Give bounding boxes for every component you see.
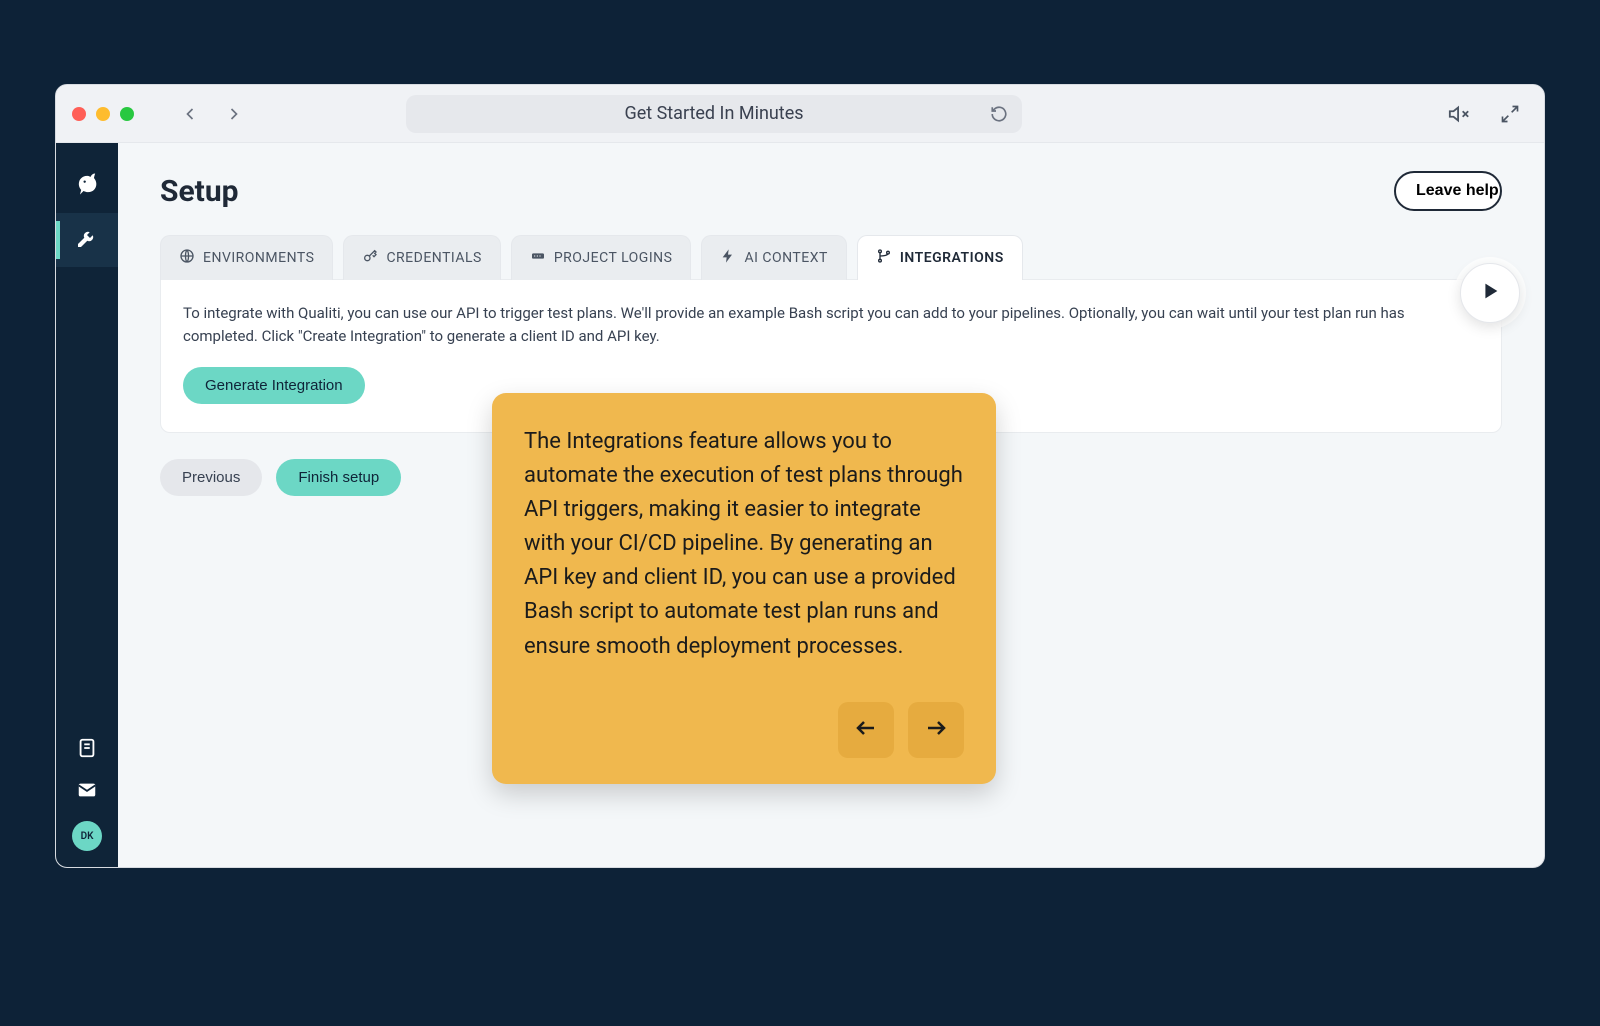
guide-tooltip: The Integrations feature allows you to a…	[492, 393, 996, 784]
expand-icon[interactable]	[1500, 104, 1520, 124]
sidebar-bottom: DK	[72, 737, 102, 867]
bolt-icon	[720, 248, 736, 268]
tab-label: AI CONTEXT	[744, 250, 827, 266]
play-fab-button[interactable]	[1460, 263, 1520, 323]
tooltip-prev-button[interactable]	[838, 702, 894, 758]
tooltip-actions	[524, 702, 964, 758]
finish-setup-button[interactable]: Finish setup	[276, 459, 401, 496]
window-controls	[72, 107, 134, 121]
branch-icon	[876, 248, 892, 268]
mail-icon[interactable]	[76, 779, 98, 801]
browser-nav-arrows	[178, 102, 246, 126]
tab-label: ENVIRONMENTS	[203, 250, 314, 266]
avatar[interactable]: DK	[72, 821, 102, 851]
arrow-left-icon	[854, 716, 878, 743]
tab-project-logins[interactable]: PROJECT LOGINS	[511, 235, 692, 280]
previous-button[interactable]: Previous	[160, 459, 262, 496]
sidebar: DK	[56, 143, 118, 867]
play-icon	[1479, 280, 1501, 306]
login-icon	[530, 248, 546, 268]
browser-forward-icon[interactable]	[222, 102, 246, 126]
browser-frame: Get Started In Minutes	[55, 84, 1545, 868]
panel-description: To integrate with Qualiti, you can use o…	[183, 302, 1479, 349]
page-title: Setup	[160, 174, 239, 209]
page-header: Setup Leave help guide	[160, 171, 1502, 211]
window-close-dot[interactable]	[72, 107, 86, 121]
avatar-initials: DK	[81, 831, 94, 842]
docs-icon[interactable]	[76, 737, 98, 759]
window-maximize-dot[interactable]	[120, 107, 134, 121]
sidebar-item-logo[interactable]	[56, 159, 118, 213]
tooltip-next-button[interactable]	[908, 702, 964, 758]
arrow-right-icon	[924, 716, 948, 743]
browser-url-bar[interactable]: Get Started In Minutes	[406, 95, 1022, 133]
generate-integration-button[interactable]: Generate Integration	[183, 367, 365, 404]
key-icon	[362, 248, 378, 268]
tab-ai-context[interactable]: AI CONTEXT	[701, 235, 846, 280]
leave-help-guide-button[interactable]: Leave help guide	[1394, 171, 1502, 211]
tab-credentials[interactable]: CREDENTIALS	[343, 235, 500, 280]
reload-icon[interactable]	[990, 105, 1008, 123]
tooltip-text: The Integrations feature allows you to a…	[524, 425, 964, 664]
mute-icon[interactable]	[1448, 103, 1470, 125]
wrench-icon	[75, 226, 99, 254]
tab-label: PROJECT LOGINS	[554, 250, 673, 266]
browser-bar: Get Started In Minutes	[56, 85, 1544, 143]
tabs: ENVIRONMENTS CREDENTIALS PROJECT LOGINS …	[160, 235, 1502, 280]
globe-icon	[179, 248, 195, 268]
tab-environments[interactable]: ENVIRONMENTS	[160, 235, 333, 280]
tab-label: INTEGRATIONS	[900, 250, 1004, 266]
tab-label: CREDENTIALS	[386, 250, 481, 266]
window-minimize-dot[interactable]	[96, 107, 110, 121]
browser-right-controls	[1448, 103, 1528, 125]
logo-icon	[73, 170, 101, 202]
sidebar-item-setup[interactable]	[56, 213, 118, 267]
browser-title: Get Started In Minutes	[624, 103, 803, 124]
browser-back-icon[interactable]	[178, 102, 202, 126]
tab-integrations[interactable]: INTEGRATIONS	[857, 235, 1023, 280]
